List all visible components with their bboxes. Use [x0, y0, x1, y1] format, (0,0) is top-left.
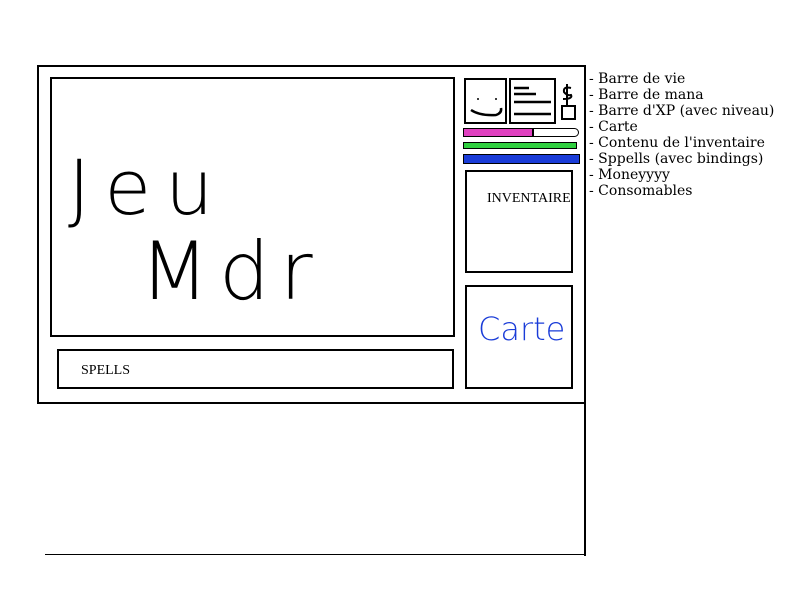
mana-bar [463, 142, 577, 149]
note-item: - Consomables [589, 183, 693, 199]
map-label: Carte [478, 310, 566, 348]
smiley-face-icon [470, 98, 503, 117]
menu-lines-icon [514, 86, 551, 116]
xp-bar-fill [464, 155, 579, 163]
note-item: - Barre d'XP (avec niveau) [589, 103, 775, 119]
health-bar [463, 128, 579, 137]
note-item: - Barre de vie [589, 71, 686, 87]
inventory-label: INVENTAIRE [487, 191, 571, 206]
game-title-line1: Jeu [68, 143, 228, 232]
spells-bar[interactable]: SPELLS [57, 349, 454, 389]
feature-notes: - Barre de vie - Barre de mana - Barre d'X… [589, 71, 774, 199]
note-item: - Contenu de l'inventaire [589, 135, 765, 151]
xp-bar [463, 154, 580, 164]
lower-frame-bottom-line [45, 554, 586, 555]
note-item: - Moneyyyy [589, 167, 670, 183]
menu-button[interactable] [509, 78, 556, 124]
inventory-panel[interactable] [465, 170, 573, 273]
note-item: - Sppells (avec bindings) [589, 151, 764, 167]
lower-frame-right-line [584, 402, 586, 556]
money-bag-icon[interactable] [559, 82, 579, 122]
note-item: - Carte [589, 119, 638, 135]
character-portrait[interactable] [464, 78, 507, 124]
game-title-line2: Mdr [140, 225, 323, 318]
health-bar-fill [464, 129, 535, 136]
mana-bar-fill [464, 143, 576, 148]
spells-label: SPELLS [81, 363, 131, 378]
note-item: - Barre de mana [589, 87, 704, 103]
